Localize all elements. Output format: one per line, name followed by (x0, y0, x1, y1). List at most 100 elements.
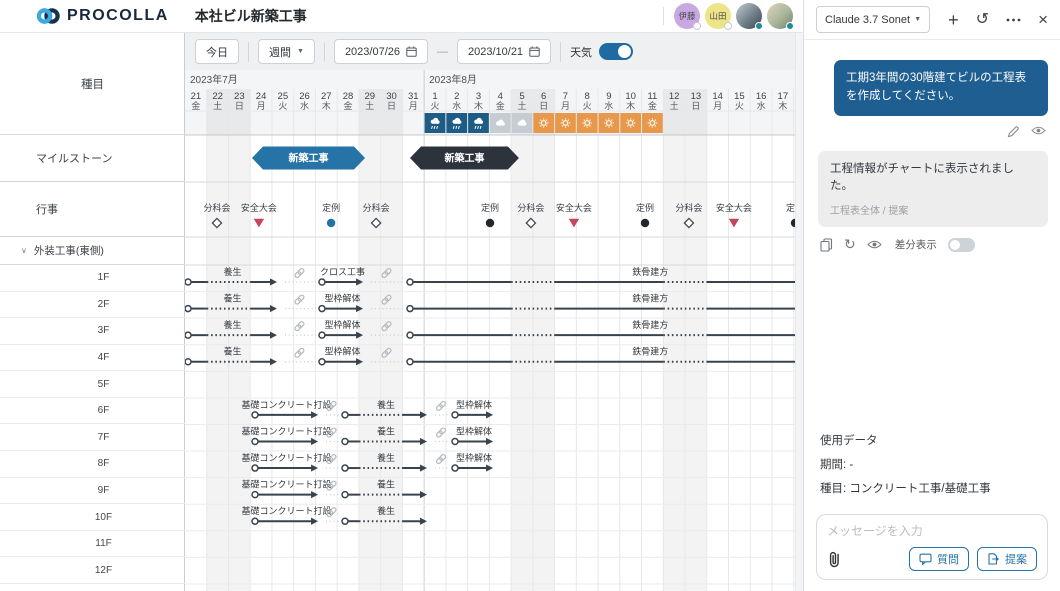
task-end-arrow[interactable] (311, 464, 319, 472)
task-start-handle[interactable] (318, 357, 326, 366)
sidebar-floor-1F[interactable]: 1F (0, 265, 185, 292)
weather-toggle[interactable] (599, 43, 634, 60)
task-start-handle[interactable] (406, 331, 414, 339)
model-select[interactable]: Claude 3.7 Sonet ▼ (816, 6, 931, 33)
regenerate-icon[interactable]: ↻ (844, 236, 856, 253)
edit-message-icon[interactable] (1007, 125, 1020, 138)
view-mode-label: 週間 (269, 46, 291, 59)
task-start-handle[interactable] (341, 517, 349, 525)
view-message-icon[interactable] (1031, 125, 1046, 136)
task-end-arrow[interactable] (311, 411, 319, 419)
ask-button[interactable]: 質問 (909, 547, 969, 571)
status-dot (755, 22, 763, 30)
task-start-handle[interactable] (184, 357, 192, 366)
task-start-handle[interactable] (251, 464, 259, 472)
suggest-button[interactable]: 提案 (977, 547, 1037, 571)
sidebar-floor-11F[interactable]: 11F (0, 531, 185, 558)
task-start-handle[interactable] (251, 411, 259, 419)
task-start-handle[interactable] (184, 278, 192, 286)
sidebar-floor-4F[interactable]: 4F (0, 345, 185, 372)
sidebar-floor-5F[interactable]: 5F (0, 371, 185, 398)
link-icon[interactable] (294, 267, 305, 279)
task-label: 鉄骨建方 (632, 293, 668, 304)
event-marker-circle[interactable] (485, 218, 495, 228)
copy-icon[interactable] (820, 238, 833, 252)
task-end-arrow[interactable] (419, 517, 427, 525)
date-to-picker[interactable]: 2023/10/21 (457, 39, 552, 64)
link-icon[interactable] (435, 400, 447, 412)
task-end-arrow[interactable] (419, 464, 427, 472)
event-marker-triangle[interactable] (728, 218, 740, 228)
member-avatar[interactable]: 伊藤 (674, 3, 701, 30)
event-marker-triangle[interactable] (253, 218, 265, 228)
message-input[interactable] (827, 524, 1037, 538)
task-start-handle[interactable] (184, 304, 192, 313)
link-icon[interactable] (435, 427, 447, 438)
view-icon[interactable] (867, 239, 882, 250)
task-start-handle[interactable] (184, 331, 192, 339)
task-start-handle[interactable] (406, 304, 414, 313)
task-end-arrow[interactable] (311, 437, 319, 446)
task-start-handle[interactable] (341, 490, 349, 499)
today-button[interactable]: 今日 (195, 39, 239, 64)
task-start-handle[interactable] (406, 357, 414, 366)
task-end-arrow[interactable] (419, 411, 427, 419)
more-options-icon[interactable] (1006, 18, 1021, 22)
link-icon[interactable] (294, 294, 305, 305)
task-start-handle[interactable] (451, 411, 459, 419)
sidebar-group-row[interactable]: ∨ 外装工事(東側) (0, 237, 185, 265)
vertical-scrollbar[interactable] (795, 33, 803, 591)
sidebar-floor-12F[interactable]: 12F (0, 557, 185, 584)
task-start-handle[interactable] (318, 304, 326, 313)
task-end-arrow[interactable] (269, 304, 277, 313)
assistant-message-text: 工程情報がチャートに表示されました。 (830, 162, 1014, 192)
sidebar-floor-3F[interactable]: 3F (0, 318, 185, 345)
weekend-shade (685, 89, 707, 591)
link-icon[interactable] (294, 347, 305, 358)
task-label: 鉄骨建方 (632, 319, 668, 330)
event-marker-triangle[interactable] (568, 218, 580, 228)
task-start-handle[interactable] (451, 437, 459, 446)
task-end-arrow[interactable] (311, 491, 319, 499)
link-icon[interactable] (294, 321, 305, 332)
diff-toggle[interactable] (947, 237, 975, 252)
task-end-arrow[interactable] (311, 517, 319, 525)
task-start-handle[interactable] (318, 331, 326, 339)
link-part (297, 294, 305, 302)
link-icon[interactable] (435, 454, 447, 465)
date-from-picker[interactable]: 2023/07/26 (333, 39, 428, 64)
sidebar-floor-2F[interactable]: 2F (0, 292, 185, 319)
task-end-arrow[interactable] (419, 437, 427, 446)
attach-icon[interactable] (827, 551, 841, 568)
member-avatar[interactable] (767, 3, 794, 30)
task-start-handle[interactable] (341, 464, 349, 472)
new-chat-icon[interactable]: + (948, 11, 959, 29)
event-marker-circle[interactable] (640, 218, 650, 228)
member-avatar[interactable] (736, 3, 763, 30)
sidebar-floor-7F[interactable]: 7F (0, 424, 185, 452)
task-end-arrow[interactable] (419, 491, 427, 499)
task-start-handle[interactable] (451, 464, 459, 472)
sidebar-floor-9F[interactable]: 9F (0, 478, 185, 505)
task-start-handle[interactable] (251, 517, 259, 525)
task-start-handle[interactable] (341, 437, 349, 446)
sidebar-floor-8F[interactable]: 8F (0, 451, 185, 478)
task-start-handle[interactable] (406, 278, 414, 286)
sidebar-floor-6F[interactable]: 6F (0, 398, 185, 425)
history-icon[interactable]: ↺ (976, 11, 989, 28)
task-start-handle[interactable] (341, 411, 349, 419)
event-marker-circle[interactable] (326, 218, 336, 228)
task-end-arrow[interactable] (269, 331, 277, 339)
task-end-arrow[interactable] (269, 358, 277, 366)
sidebar-floor-10F[interactable]: 10F (0, 504, 185, 531)
task-start-handle[interactable] (251, 437, 259, 446)
task-start-handle[interactable] (318, 278, 326, 286)
view-mode-select[interactable]: 週間 ▼ (258, 39, 315, 64)
task-label: 養生 (223, 266, 241, 277)
task-start-handle[interactable] (251, 490, 259, 499)
day-weekday: 日 (691, 101, 700, 111)
month-label: 2023年7月 (190, 73, 238, 86)
close-icon[interactable]: × (1038, 11, 1048, 28)
task-end-arrow[interactable] (269, 278, 277, 286)
member-avatar[interactable]: 山田 (705, 3, 732, 30)
